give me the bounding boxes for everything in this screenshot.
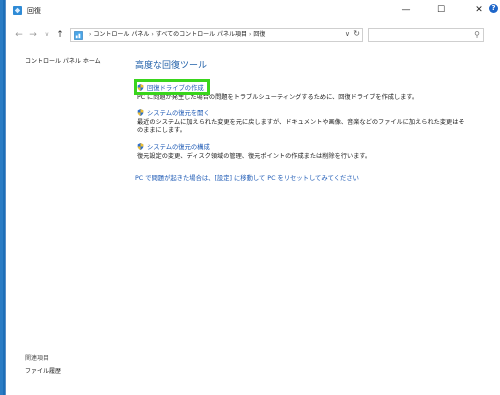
configure-restore-item: システムの復元の構成 復元設定の変更、ディスク領域の管理、復元ポイントの作成また… [137,142,371,161]
recovery-app-icon [13,6,22,15]
system-restore-description-text: 最近のシステムに加えられた変更を元に戻しますが、ドキュメントや画像、音楽などのフ… [137,119,465,134]
navigation-bar: ← → ∨ ↑ › コントロール パネル › すべてのコントロール パネル項目 › 回復 … [6,26,500,44]
search-icon[interactable]: ⚲ [474,30,480,39]
address-bar[interactable]: › コントロール パネル › すべてのコントロール パネル項目 › 回復 ∨ ↻ [70,28,363,42]
breadcrumb-recovery[interactable]: 回復 [253,31,265,38]
system-restore-description: 最近のシステムに加えられた変更を元に戻しますが、ドキュメントや画像、音楽などのフ… [137,119,467,135]
help-icon[interactable]: ? [489,4,498,13]
open-system-restore-link[interactable]: システムの復元を開く [137,108,467,117]
configure-restore-description: 復元設定の変更、ディスク領域の管理、復元ポイントの作成または削除を行います。 [137,153,372,160]
up-button[interactable]: ↑ [55,29,65,41]
control-panel-window: 回復 — ☐ ✕ ← → ∨ ↑ › コントロール パネル › すべてのコントロール … [5,0,500,395]
recovery-drive-description: PC に問題が発生した場合の問題をトラブルシューティングするために、回復ドライブ… [137,94,419,101]
open-system-restore-label: システムの復元を開く [147,110,210,117]
shield-icon [137,109,144,116]
system-restore-item: システムの復元を開く 最近のシステムに加えられた変更を元に戻しますが、ドキュメン… [137,108,467,135]
title-bar: 回復 — ☐ ✕ [6,0,500,20]
breadcrumb-all-items[interactable]: すべてのコントロール パネル項目 [156,31,247,38]
highlight-box [134,79,210,95]
breadcrumb-separator: › [151,31,154,38]
minimize-button[interactable]: — [391,0,421,20]
desktop-background [0,0,3,395]
forward-button[interactable]: → [28,29,38,41]
sidebar-control-panel-home[interactable]: コントロール パネル ホーム [25,56,101,65]
window-title: 回復 [27,7,41,15]
shield-icon [137,143,144,150]
maximize-button[interactable]: ☐ [426,0,456,20]
back-button[interactable]: ← [14,29,24,41]
page-title: 高度な回復ツール [135,61,208,71]
breadcrumb-control-panel[interactable]: コントロール パネル [93,31,149,38]
search-box[interactable]: ⚲ [368,28,484,42]
sidebar-file-history[interactable]: ファイル履歴 [25,366,61,375]
reset-pc-settings-link[interactable]: PC で問題が起きた場合は、[設定] に移動して PC をリセットしてみてくださ… [135,173,359,182]
configure-system-restore-label: システムの復元の構成 [147,144,210,151]
breadcrumb-separator: › [89,31,92,38]
refresh-icon[interactable]: ↻ [353,29,360,38]
recent-locations-button[interactable]: ∨ [42,29,52,41]
control-panel-icon [74,31,83,40]
breadcrumb: › コントロール パネル › すべてのコントロール パネル項目 › 回復 [87,31,265,39]
address-dropdown-icon[interactable]: ∨ [345,30,350,38]
breadcrumb-separator: › [248,31,252,38]
sidebar-see-also-heading: 関連項目 [25,355,50,362]
configure-system-restore-link[interactable]: システムの復元の構成 [137,142,371,151]
